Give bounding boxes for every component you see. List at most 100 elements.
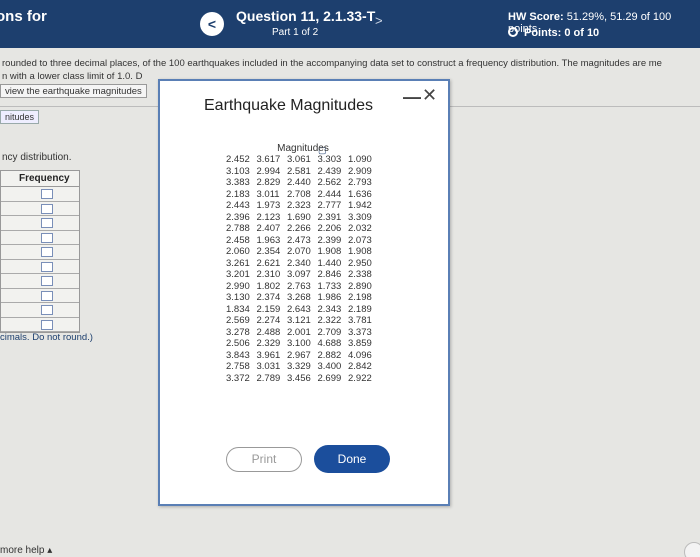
next-question-button[interactable]: >: [375, 13, 383, 28]
done-button[interactable]: Done: [314, 445, 390, 473]
print-button[interactable]: Print: [226, 447, 302, 472]
table-row: [1, 245, 79, 260]
magnitude-cell: 2.829: [256, 177, 281, 188]
frequency-input[interactable]: [41, 203, 53, 214]
magnitude-cell: 2.323: [287, 200, 311, 211]
magnitude-cell: 1.733: [317, 280, 342, 292]
table-row: 3.130 2.374 3.268 1.986 2.198: [226, 292, 380, 304]
magnitude-cell: 2.322: [317, 315, 342, 326]
view-magnitudes-link[interactable]: view the earthquake magnitudes: [0, 84, 147, 98]
magnitude-cell: 1.908: [348, 246, 372, 257]
magnitude-cell: 1.963: [256, 234, 281, 246]
magnitude-cell: 2.473: [287, 234, 311, 246]
magnitude-cell: 2.274: [256, 315, 281, 326]
magnitude-cell: 2.032: [348, 223, 372, 234]
table-row: 2.758 3.031 3.329 3.400 2.842: [226, 361, 380, 373]
frequency-input[interactable]: [41, 305, 53, 315]
magnitude-cell: 3.268: [287, 292, 311, 303]
question-title: Question 11, 2.1.33-T: [236, 8, 376, 24]
frequency-input[interactable]: [41, 276, 53, 286]
magnitude-cell: 2.399: [317, 234, 342, 246]
frequency-input[interactable]: [41, 290, 53, 301]
magnitude-cell: 2.198: [348, 292, 372, 303]
table-row: [1, 289, 79, 303]
frequency-input[interactable]: [41, 261, 53, 272]
magnitude-cell: 1.834: [226, 303, 250, 315]
magnitudes-tag-button[interactable]: nitudes: [0, 110, 40, 124]
magnitude-cell: 2.922: [348, 372, 372, 384]
magnitude-cell: 2.950: [348, 257, 372, 269]
question-part: Part 1 of 2: [272, 27, 319, 38]
magnitude-cell: 2.440: [287, 177, 311, 188]
table-row: 2.443 1.973 2.323 2.777 1.942: [226, 200, 380, 212]
magnitude-cell: 1.973: [256, 200, 281, 211]
table-row: [1, 318, 79, 332]
magnitudes-data-table: Magnitudes 2.452 3.617 3.061 3.303 1.090 3.10…: [226, 143, 380, 384]
magnitude-cell: 3.201: [226, 269, 250, 280]
magnitude-cell: 2.890: [348, 280, 372, 292]
table-row: 2.788 2.407 2.266 2.206 2.032: [226, 223, 380, 235]
table-row: [1, 187, 79, 202]
points-text: Points: 0 of 10: [524, 27, 600, 39]
table-row: [1, 216, 79, 231]
magnitude-cell: 3.781: [348, 315, 372, 326]
frequency-input[interactable]: [41, 189, 53, 199]
magnitude-cell: 2.407: [256, 223, 281, 234]
magnitude-cell: 3.400: [317, 361, 342, 372]
earthquake-magnitudes-dialog: Earthquake Magnitudes — ✕ ▢ Magnitudes 2…: [158, 79, 450, 506]
magnitude-cell: 1.440: [317, 257, 342, 269]
magnitude-cell: 2.569: [226, 315, 250, 326]
magnitude-cell: 3.121: [287, 315, 311, 326]
magnitude-cell: 2.581: [287, 165, 311, 177]
table-row: [1, 303, 79, 318]
magnitude-cell: 3.373: [348, 326, 372, 338]
side-action-button[interactable]: [684, 542, 700, 557]
magnitude-cell: 3.372: [226, 372, 250, 384]
assignment-title: ons for: [0, 8, 47, 25]
magnitude-cell: 2.777: [317, 200, 342, 211]
magnitude-cell: 2.073: [348, 234, 372, 246]
table-row: 2.452 3.617 3.061 3.303 1.090: [226, 154, 380, 166]
magnitude-cell: 2.882: [317, 349, 342, 361]
magnitude-cell: 2.340: [287, 257, 311, 269]
magnitude-cell: 1.690: [287, 211, 311, 223]
magnitude-cell: 2.001: [287, 326, 311, 338]
close-icon[interactable]: ✕: [422, 85, 437, 106]
magnitude-cell: 2.060: [226, 246, 250, 257]
magnitude-cell: 2.967: [287, 349, 311, 361]
magnitude-cell: 2.189: [348, 303, 372, 315]
magnitude-cell: 2.846: [317, 269, 342, 280]
frequency-input[interactable]: [41, 218, 53, 228]
magnitude-cell: 2.443: [226, 200, 250, 211]
magnitude-cell: 3.383: [226, 177, 250, 188]
magnitude-cell: 2.338: [348, 269, 372, 280]
magnitude-cell: 1.802: [256, 280, 281, 292]
magnitude-cell: 2.763: [287, 280, 311, 292]
table-row: 3.843 3.961 2.967 2.882 4.096: [226, 350, 380, 362]
table-row: 3.372 2.789 3.456 2.699 2.922: [226, 373, 380, 385]
points-status: Points: 0 of 10: [508, 27, 599, 39]
magnitude-cell: 2.159: [256, 303, 281, 315]
magnitude-cell: 3.130: [226, 292, 250, 303]
frequency-input[interactable]: [41, 232, 53, 243]
frequency-input[interactable]: [41, 247, 53, 257]
magnitude-cell: 3.329: [287, 361, 311, 372]
frequency-input[interactable]: [41, 319, 53, 330]
magnitude-cell: 2.396: [226, 211, 250, 223]
minimize-icon[interactable]: —: [403, 87, 421, 108]
magnitude-cell: 3.617: [256, 154, 281, 165]
magnitude-cell: 2.621: [256, 257, 281, 269]
magnitude-cell: 2.842: [348, 361, 372, 372]
frequency-distribution-label: ncy distribution.: [2, 152, 72, 163]
magnitude-cell: 2.343: [317, 303, 342, 315]
frequency-column-header: Frequency: [1, 171, 79, 187]
magnitude-cell: 2.789: [256, 372, 281, 384]
magnitude-cell: 1.986: [317, 292, 342, 303]
instruction-line-1: rounded to three decimal places, of the …: [2, 58, 662, 69]
magnitude-cell: 2.310: [256, 269, 281, 280]
table-row: 2.569 2.274 3.121 2.322 3.781: [226, 315, 380, 327]
previous-question-button[interactable]: <: [200, 12, 224, 36]
table-row: 3.261 2.621 2.340 1.440 2.950: [226, 258, 380, 270]
table-row: 2.506 2.329 3.100 4.688 3.859: [226, 338, 380, 350]
more-help-button[interactable]: more help ▴: [0, 545, 52, 556]
